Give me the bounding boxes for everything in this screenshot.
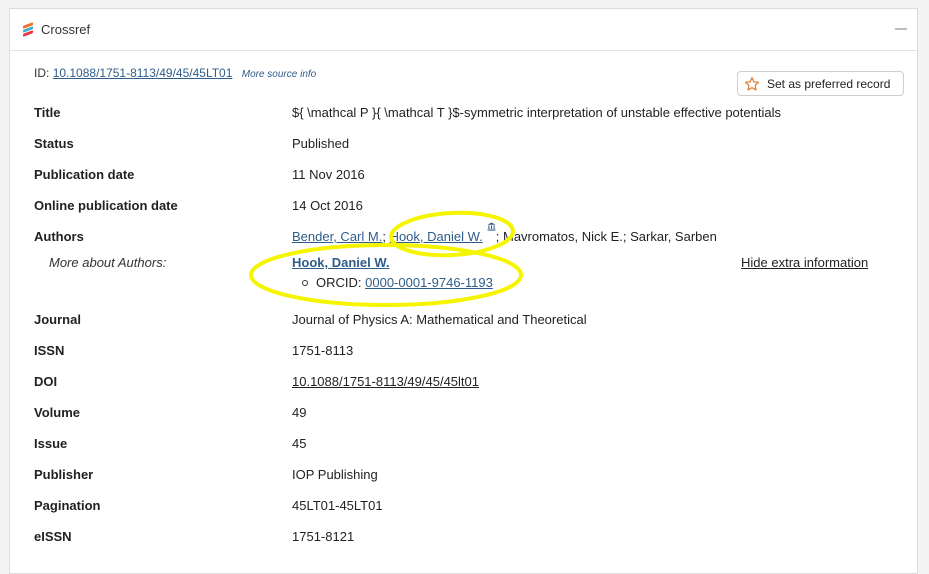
record-id-row: ID: 10.1088/1751-8113/49/45/45LT01 More …	[34, 66, 316, 80]
other-authors: ; Mavromatos, Nick E.; Sarkar, Sarben	[495, 229, 717, 244]
field-value: 1751-8121	[292, 529, 355, 544]
card-header: Crossref	[10, 9, 917, 51]
set-preferred-record-button[interactable]: Set as preferred record	[737, 71, 904, 96]
list-bullet	[302, 279, 308, 286]
institution-icon[interactable]	[487, 222, 496, 231]
extra-author-link[interactable]: Hook, Daniel W.	[292, 255, 390, 270]
field-label: Authors	[34, 229, 84, 244]
field-label: Status	[34, 136, 74, 151]
more-about-authors-label: More about Authors:	[49, 255, 167, 270]
field-value: 14 Oct 2016	[292, 198, 363, 213]
minimize-icon[interactable]	[895, 28, 907, 30]
field-label: Issue	[34, 436, 68, 451]
field-label: Pagination	[34, 498, 101, 513]
field-label: Online publication date	[34, 198, 178, 213]
orcid-label: ORCID:	[316, 275, 366, 290]
orcid-list-item: ORCID: 0000-0001-9746-1193	[302, 275, 493, 290]
author-link-bender[interactable]: Bender, Carl M.	[292, 229, 382, 244]
crossref-logo-icon	[23, 21, 34, 37]
field-label: eISSN	[34, 529, 72, 544]
field-label: ISSN	[34, 343, 65, 358]
field-value: Journal of Physics A: Mathematical and T…	[292, 312, 587, 327]
field-value: 49	[292, 405, 307, 420]
more-source-info-link[interactable]: More source info	[242, 69, 316, 80]
field-label: Publication date	[34, 167, 135, 182]
record-id-link[interactable]: 10.1088/1751-8113/49/45/45LT01	[53, 66, 233, 80]
authors-value: Bender, Carl M.; Hook, Daniel W. ; Mavro…	[292, 222, 717, 244]
field-value: 11 Nov 2016	[292, 167, 365, 182]
orcid-link[interactable]: 0000-0001-9746-1193	[365, 275, 493, 290]
field-value: ${ \mathcal P }{ \mathcal T }$-symmetric…	[292, 105, 781, 120]
field-value: IOP Publishing	[292, 467, 378, 482]
field-label: DOI	[34, 374, 58, 389]
hide-extra-information-link[interactable]: Hide extra information	[741, 255, 868, 270]
doi-link[interactable]: 10.1088/1751-8113/49/45/45lt01	[292, 374, 479, 389]
field-label: Title	[34, 105, 61, 120]
id-label: ID:	[34, 66, 50, 80]
field-value: 45	[292, 436, 307, 451]
author-link-hook[interactable]: Hook, Daniel W.	[390, 229, 483, 244]
field-value: 45LT01-45LT01	[292, 498, 383, 513]
field-value: Published	[292, 136, 350, 151]
author-separator: ;	[382, 229, 390, 244]
crossref-source-card: Crossref ID: 10.1088/1751-8113/49/45/45L…	[9, 8, 918, 574]
field-label: Journal	[34, 312, 81, 327]
field-value: 1751-8113	[292, 343, 354, 358]
source-title: Crossref	[41, 22, 91, 37]
star-icon	[744, 76, 760, 91]
field-label: Volume	[34, 405, 80, 420]
field-label: Publisher	[34, 467, 94, 482]
set-preferred-label: Set as preferred record	[767, 76, 891, 91]
